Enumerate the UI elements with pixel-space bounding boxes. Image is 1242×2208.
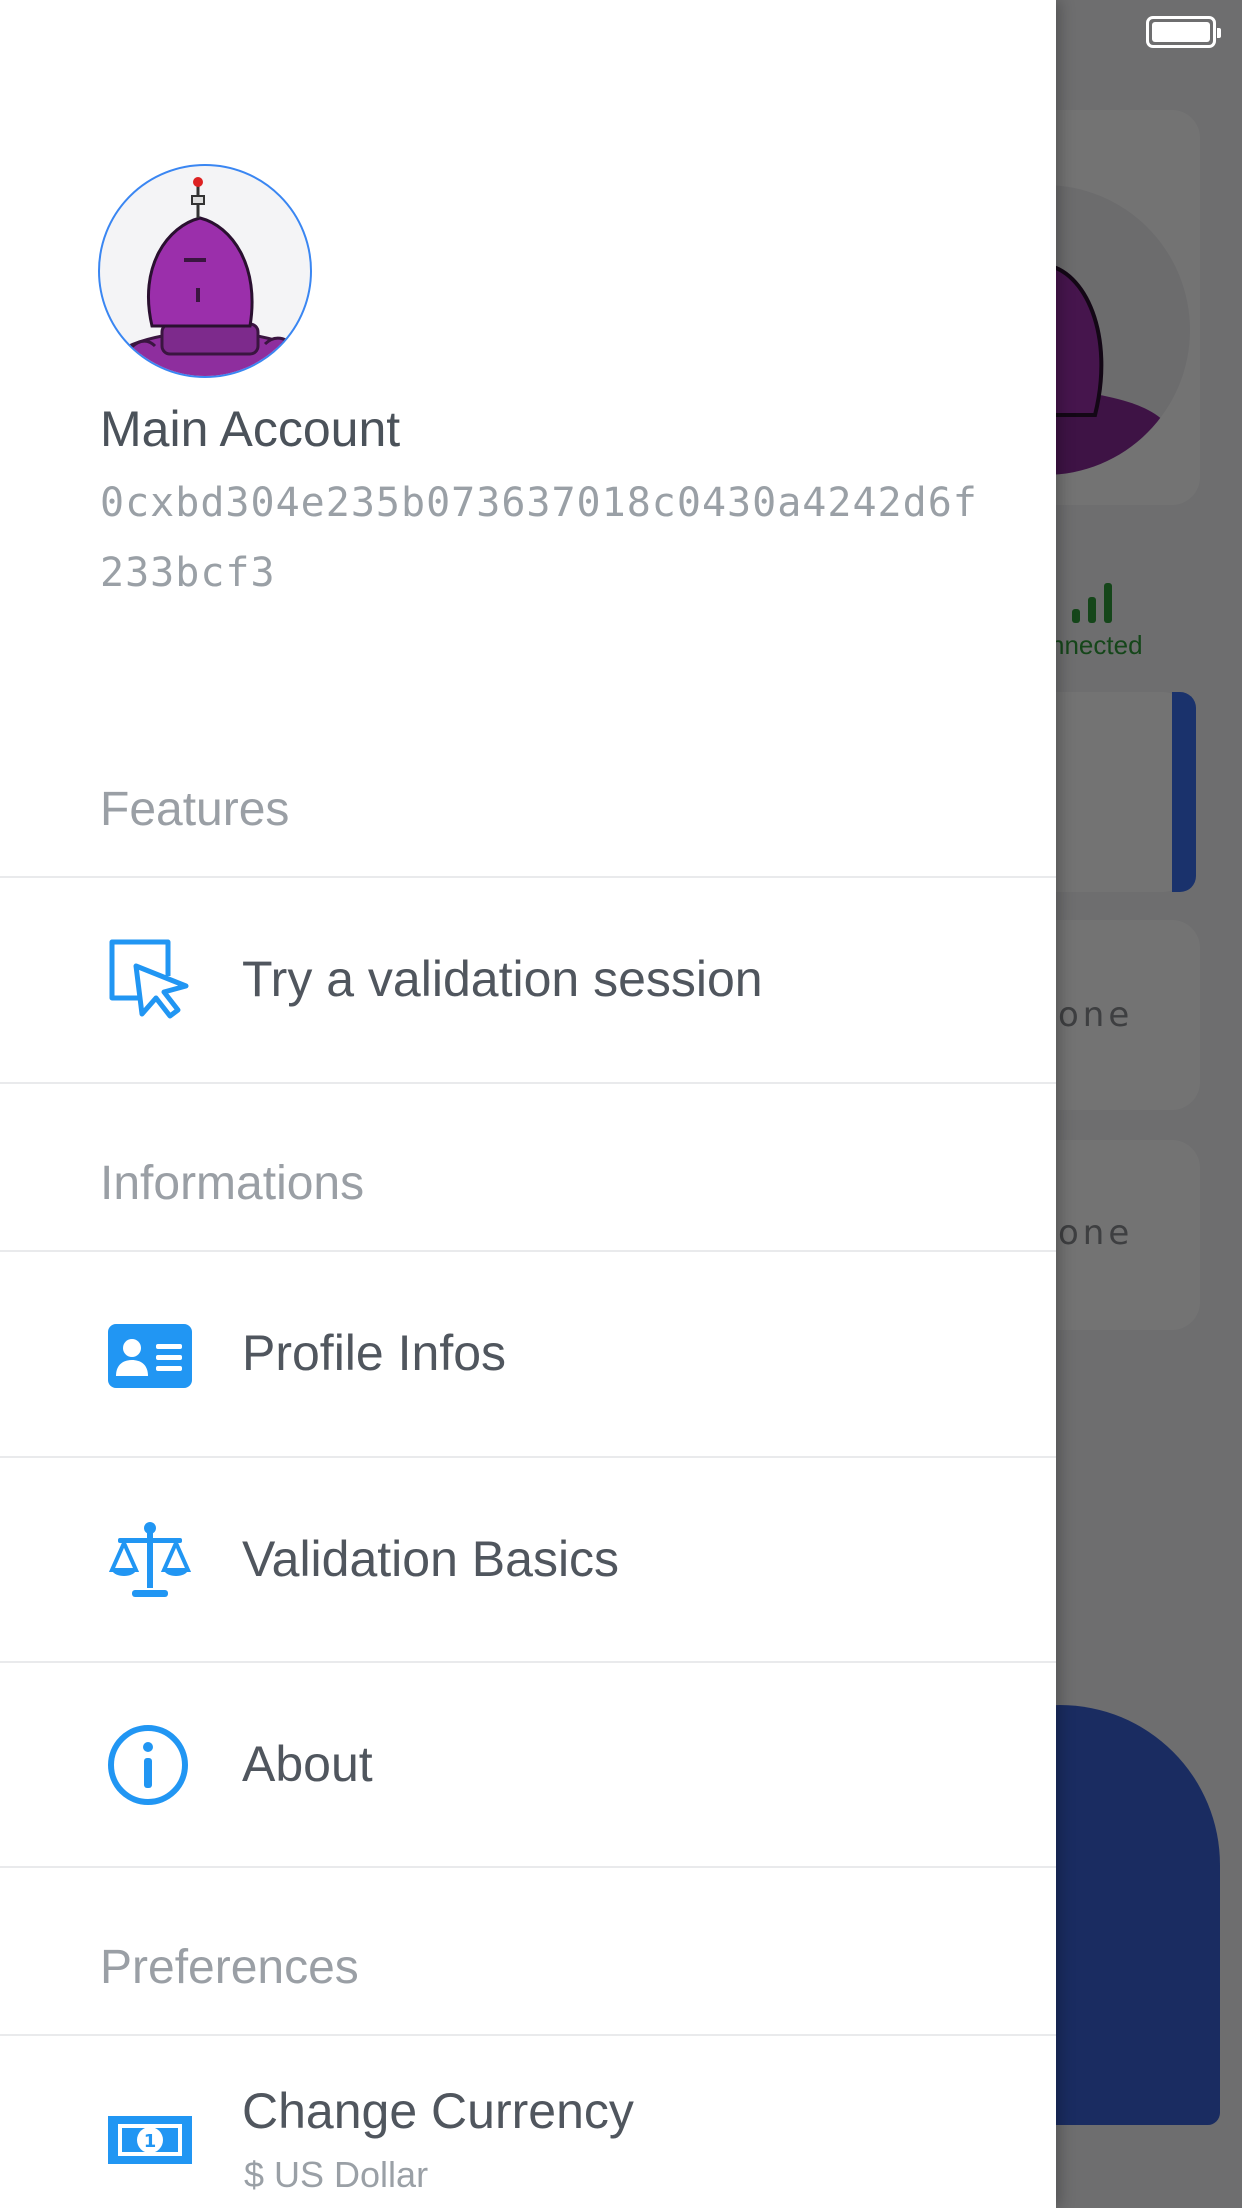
cursor-select-icon	[109, 939, 189, 1019]
account-name: Main Account	[100, 401, 401, 457]
money-bill-icon: 1	[108, 2116, 192, 2164]
balance-scale-icon	[108, 1522, 192, 1597]
id-card-icon	[108, 1324, 192, 1388]
battery-icon	[1146, 16, 1221, 48]
menu-item-label: Try a validation session	[242, 951, 763, 1007]
section-header-informations: Informations	[100, 1157, 365, 1210]
robot-avatar-icon	[108, 177, 310, 376]
menu-item-label: About	[242, 1736, 373, 1792]
avatar[interactable]	[98, 164, 312, 378]
menu-item-label: Validation Basics	[242, 1531, 620, 1587]
menu-item-validation-basics[interactable]: Validation Basics	[0, 1458, 1056, 1662]
menu-item-change-currency[interactable]: 1 Change Currency $ US Dollar	[0, 2036, 1056, 2208]
currency-value: $ US Dollar	[244, 2154, 429, 2195]
section-header-preferences: Preferences	[100, 1941, 359, 1994]
svg-text:1: 1	[144, 2131, 157, 2152]
menu-item-about[interactable]: About	[0, 1663, 1056, 1867]
menu-item-validation-session[interactable]: Try a validation session	[0, 878, 1056, 1082]
divider	[0, 1866, 1056, 1868]
menu-item-profile-infos[interactable]: Profile Infos	[0, 1252, 1056, 1456]
info-icon	[108, 1725, 188, 1805]
account-address: 0cxbd304e235b073637018c0430a4242d6f233bc…	[100, 480, 978, 596]
menu-item-label: Profile Infos	[242, 1325, 507, 1381]
section-header-features: Features	[100, 783, 290, 836]
menu-item-label: Change Currency	[242, 2083, 634, 2139]
divider	[0, 1082, 1056, 1084]
navigation-drawer: Main Account 0cxbd304e235b073637018c0430…	[0, 0, 1056, 2208]
